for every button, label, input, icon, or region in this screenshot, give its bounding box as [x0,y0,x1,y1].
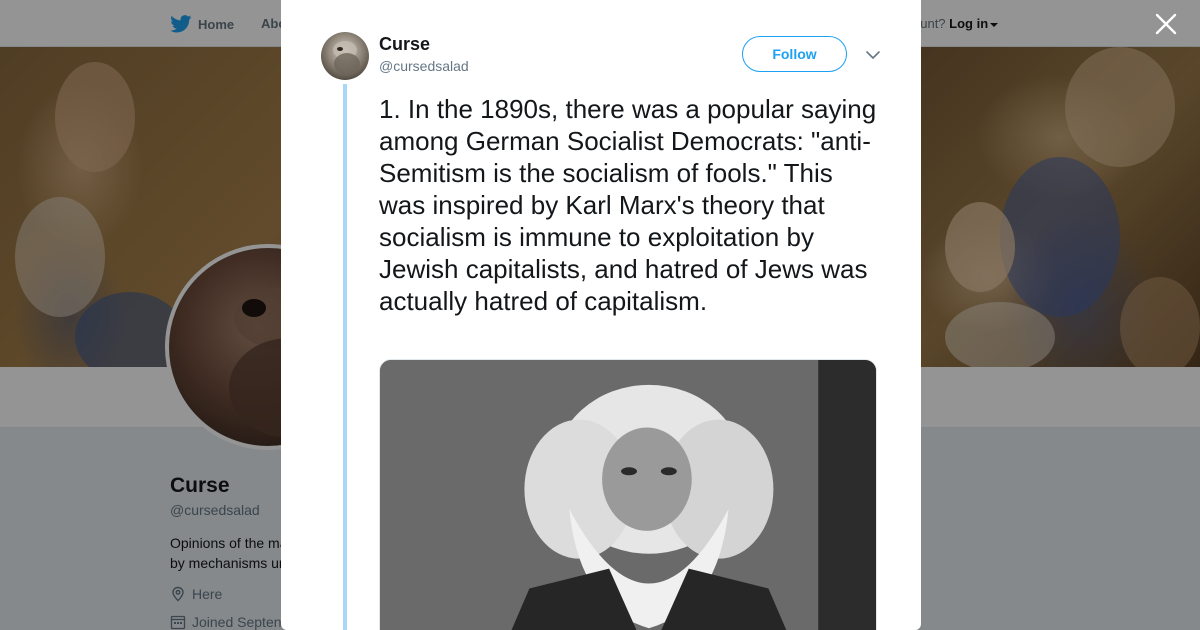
author-name[interactable]: Curse [379,34,430,55]
author-avatar[interactable] [321,32,369,80]
tweet-text: 1. In the 1890s, there was a popular say… [379,94,877,316]
portrait-photo [380,360,876,630]
chevron-down-icon[interactable] [865,48,881,62]
close-icon[interactable] [1154,12,1178,36]
tweet-modal: Curse @cursedsalad Follow 1. In the 1890… [281,0,921,630]
follow-button[interactable]: Follow [742,36,847,72]
thread-connector-line [343,84,347,630]
tweet-photo[interactable] [379,359,877,630]
avatar-sculpture [333,41,360,75]
author-handle[interactable]: @cursedsalad [379,58,469,74]
